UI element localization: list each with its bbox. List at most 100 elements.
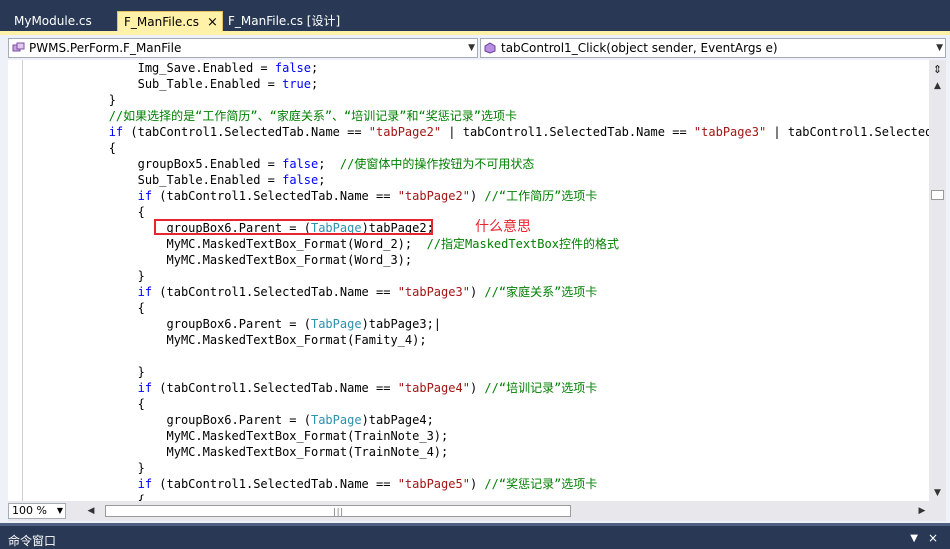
code-token: (tabControl1.SelectedTab.Name == [123, 125, 369, 139]
code-token: "tabPage3" [397, 285, 470, 299]
code-token: ; [311, 61, 319, 75]
code-text[interactable]: Img_Save.Enabled = false; Sub_Table.Enab… [22, 60, 929, 501]
code-line[interactable]: groupBox5.Enabled = false; //使窗体中的操作按钮为不… [22, 156, 929, 172]
code-token: TabPage [310, 413, 362, 427]
code-token: Sub_Table.Enabled = [22, 173, 283, 187]
scroll-left-icon[interactable]: ◀ [84, 503, 98, 519]
code-token: //“工作简历”选项卡 [484, 189, 598, 203]
code-token: ; [318, 157, 340, 171]
code-line[interactable]: Img_Save.Enabled = false; [22, 60, 929, 76]
method-icon [484, 42, 496, 54]
code-line[interactable]: } [22, 364, 929, 380]
code-line[interactable]: Sub_Table.Enabled = false; [22, 172, 929, 188]
code-token: MyMC.MaskedTextBox_Format(Word_3); [22, 253, 413, 267]
code-token: "tabPage2" [397, 189, 470, 203]
code-token: false [282, 157, 319, 171]
panel-divider [0, 523, 950, 526]
code-line[interactable]: Sub_Table.Enabled = true; [22, 76, 929, 92]
code-token: )tabPage4; [361, 413, 434, 427]
code-token: "tabPage3" [693, 125, 767, 139]
code-line[interactable]: MyMC.MaskedTextBox_Format(Famity_4); [22, 332, 929, 348]
tab-f-manfile-design[interactable]: F_ManFile.cs [设计] [222, 11, 340, 31]
close-icon[interactable]: × [207, 13, 218, 33]
code-line[interactable]: groupBox6.Parent = (TabPage)tabPage3;| [22, 316, 929, 332]
code-line[interactable]: } [22, 460, 929, 476]
code-line[interactable]: if (tabControl1.SelectedTab.Name == "tab… [22, 476, 929, 492]
code-line[interactable]: groupBox6.Parent = (TabPage)tabPage4; [22, 412, 929, 428]
code-line[interactable]: { [22, 300, 929, 316]
code-token: } [22, 93, 116, 107]
vertical-scroll-thumb[interactable] [931, 190, 944, 200]
code-line[interactable]: MyMC.MaskedTextBox_Format(Word_2); //指定M… [22, 236, 929, 252]
code-line[interactable]: } [22, 268, 929, 284]
code-line[interactable]: } [22, 92, 929, 108]
code-line[interactable]: if (tabControl1.SelectedTab.Name == "tab… [22, 380, 929, 396]
member-dropdown-value: tabControl1_Click(object sender, EventAr… [501, 41, 778, 55]
code-token: { [22, 301, 145, 315]
member-dropdown[interactable]: tabControl1_Click(object sender, EventAr… [480, 38, 946, 58]
zoom-dropdown[interactable]: 100 % ▼ [8, 503, 66, 519]
code-token: //“奖惩记录”选项卡 [484, 477, 598, 491]
code-token: )tabPage3;| [361, 317, 442, 331]
code-line[interactable]: if (tabControl1.SelectedTab.Name == "tab… [22, 188, 929, 204]
code-line[interactable]: { [22, 140, 929, 156]
tab-mymodule[interactable]: MyModule.cs [8, 11, 114, 31]
code-token: { [22, 493, 145, 501]
close-icon[interactable]: × [928, 531, 938, 545]
type-dropdown[interactable]: PWMS.PerForm.F_ManFile ▼ [8, 38, 478, 58]
document-tab-bar: MyModule.cs F_ManFile.cs × F_ManFile.cs [… [0, 0, 950, 33]
code-token: MyMC.MaskedTextBox_Format(TrainNote_4); [22, 445, 449, 459]
code-token: if [137, 381, 153, 395]
code-token: (tabControl1.SelectedTab.Name == [152, 381, 398, 395]
code-line[interactable]: if (tabControl1.SelectedTab.Name == "tab… [22, 124, 929, 140]
chevron-down-icon: ▼ [936, 43, 943, 53]
code-line[interactable]: MyMC.MaskedTextBox_Format(TrainNote_4); [22, 444, 929, 460]
code-token: TabPage [310, 317, 362, 331]
zoom-value: 100 % [12, 504, 47, 517]
code-editor[interactable]: Img_Save.Enabled = false; Sub_Table.Enab… [8, 60, 929, 501]
code-token: "tabPage4" [397, 381, 470, 395]
command-window-title[interactable]: 命令窗口 [8, 532, 56, 549]
scroll-up-icon[interactable]: ▲ [929, 78, 946, 94]
code-token: (tabControl1.SelectedTab.Name == [152, 189, 398, 203]
pin-icon[interactable]: ▼ [910, 533, 918, 544]
code-token: //“家庭关系”选项卡 [484, 285, 598, 299]
code-token: { [22, 141, 116, 155]
code-token: { [22, 397, 145, 411]
tab-label: F_ManFile.cs [设计] [228, 14, 341, 28]
code-token: } [22, 269, 145, 283]
code-line[interactable]: //如果选择的是“工作简历”、“家庭关系”、“培训记录”和“奖惩记录”选项卡 [22, 108, 929, 124]
navigation-bar: PWMS.PerForm.F_ManFile ▼ tabControl1_Cli… [8, 38, 946, 60]
horizontal-scroll-thumb[interactable]: ||| [105, 505, 571, 517]
code-token: ; [318, 173, 326, 187]
vertical-scrollbar[interactable]: ⇕ ▲ ▼ [929, 60, 946, 501]
command-window-panel: 命令窗口 ▼ × [0, 523, 950, 548]
splitter-icon[interactable]: ⇕ [931, 63, 944, 76]
code-line[interactable]: MyMC.MaskedTextBox_Format(Word_3); [22, 252, 929, 268]
code-token: //使窗体中的操作按钮为不可用状态 [339, 157, 535, 171]
scroll-down-icon[interactable]: ▼ [929, 485, 946, 501]
grip-icon: ||| [333, 507, 345, 516]
code-token: MyMC.MaskedTextBox_Format(Famity_4); [22, 333, 427, 347]
class-icon [12, 42, 25, 52]
code-line[interactable]: MyMC.MaskedTextBox_Format(TrainNote_3); [22, 428, 929, 444]
code-token: } [22, 461, 145, 475]
code-token: ; [311, 77, 319, 91]
tab-f-manfile[interactable]: F_ManFile.cs × [117, 11, 223, 31]
code-token: MyMC.MaskedTextBox_Format(Word_2); [22, 237, 427, 251]
code-line[interactable]: { [22, 396, 929, 412]
code-token: false [274, 61, 311, 75]
annotation-text: 什么意思 [475, 219, 531, 235]
code-line[interactable] [22, 348, 929, 364]
code-token: | tabControl1.SelectedTab. [773, 125, 929, 139]
tab-label: F_ManFile.cs [124, 15, 199, 29]
code-line[interactable]: if (tabControl1.SelectedTab.Name == "tab… [22, 284, 929, 300]
code-token: ) [469, 381, 485, 395]
code-line[interactable]: { [22, 492, 929, 501]
scroll-right-icon[interactable]: ▶ [915, 503, 929, 519]
code-token: Sub_Table.Enabled = [22, 77, 283, 91]
